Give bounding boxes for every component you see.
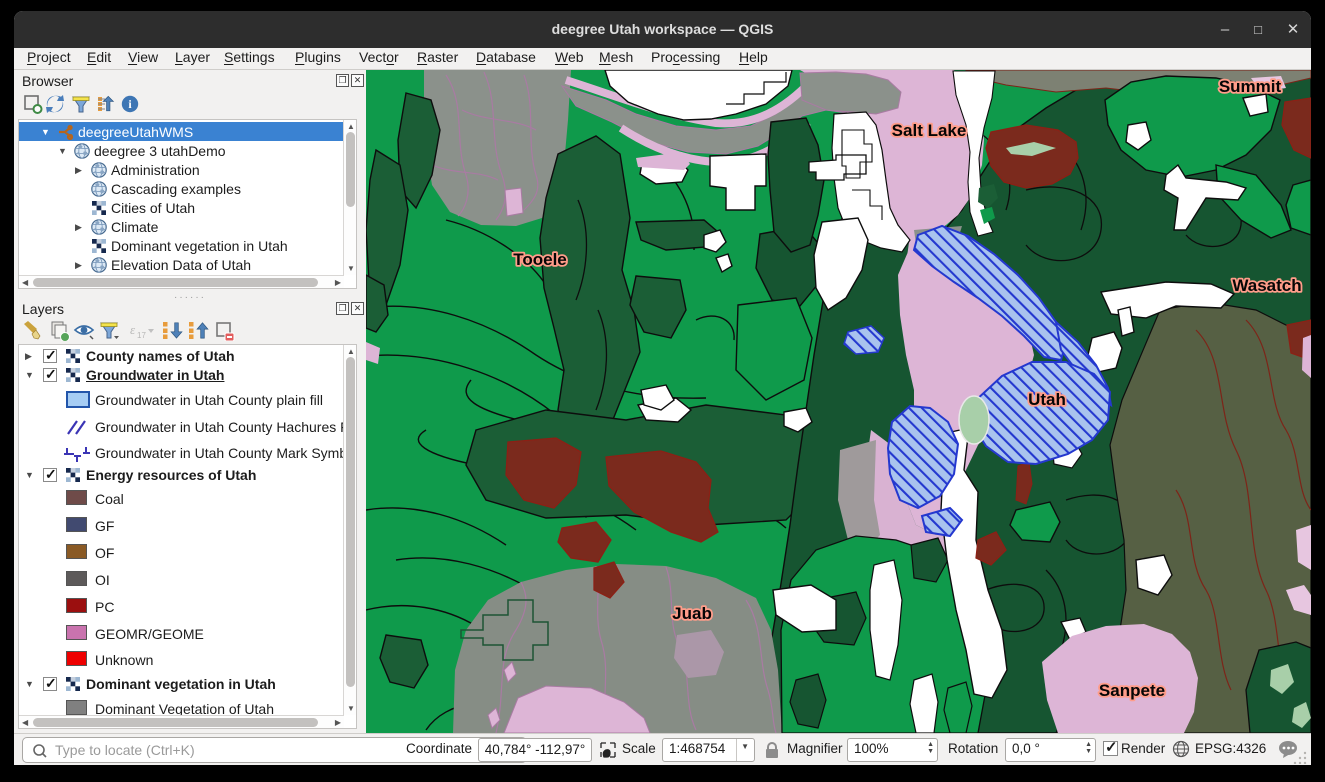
svg-text:Summit: Summit bbox=[1219, 77, 1282, 96]
svg-text:Salt Lake: Salt Lake bbox=[892, 121, 967, 140]
svg-text:Juab: Juab bbox=[672, 604, 712, 623]
svg-text:Sanpete: Sanpete bbox=[1099, 681, 1165, 700]
svg-text:Utah: Utah bbox=[1028, 390, 1066, 409]
svg-text:Tooele: Tooele bbox=[513, 250, 567, 269]
svg-text:17: 17 bbox=[137, 331, 146, 340]
svg-text:ε: ε bbox=[130, 322, 136, 337]
svg-text:Wasatch: Wasatch bbox=[1232, 276, 1301, 295]
